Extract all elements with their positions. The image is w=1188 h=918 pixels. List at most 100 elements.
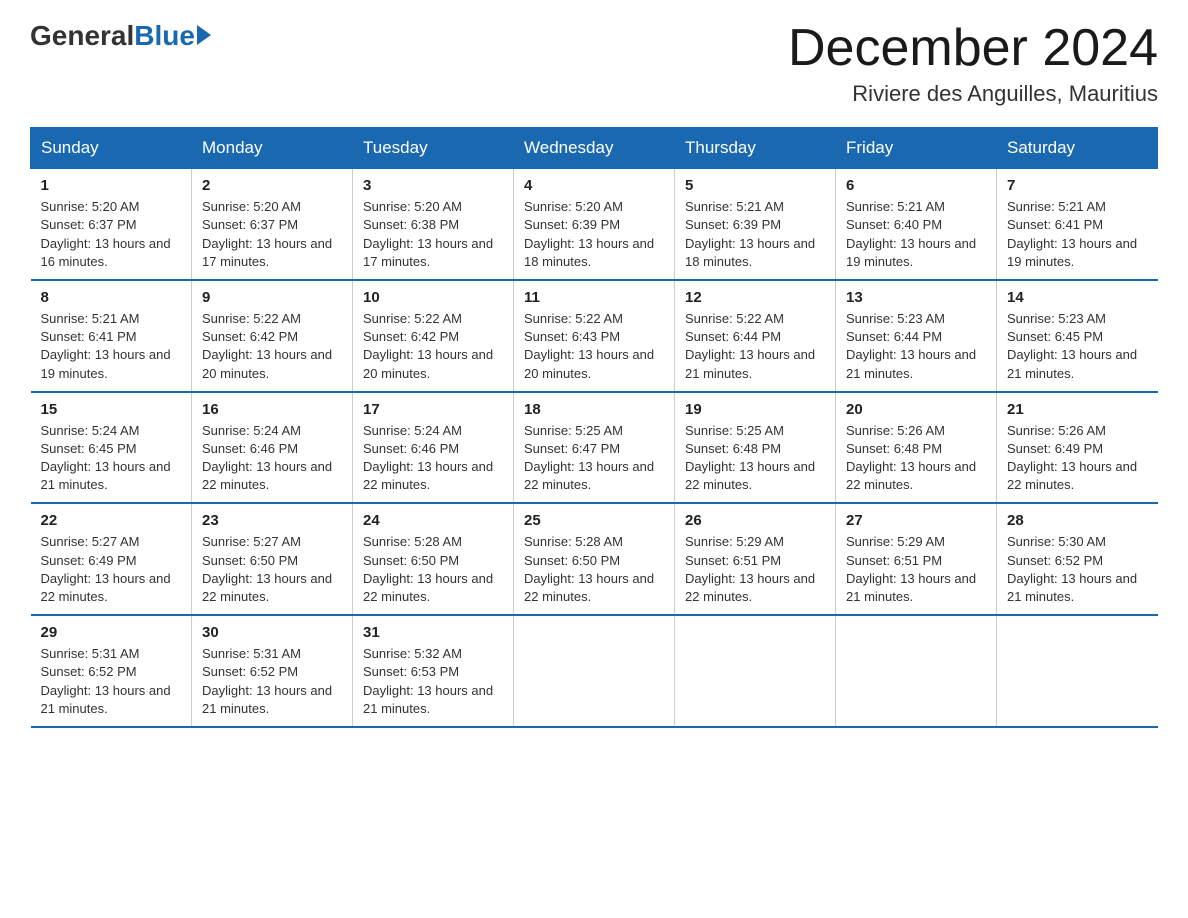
calendar-cell (997, 615, 1158, 727)
day-info: Sunrise: 5:31 AMSunset: 6:52 PMDaylight:… (202, 645, 342, 718)
header-friday: Friday (836, 128, 997, 169)
day-number: 6 (846, 177, 986, 194)
calendar-week-row: 15Sunrise: 5:24 AMSunset: 6:45 PMDayligh… (31, 392, 1158, 504)
day-info: Sunrise: 5:24 AMSunset: 6:46 PMDaylight:… (363, 422, 503, 495)
location-subtitle: Riviere des Anguilles, Mauritius (788, 81, 1158, 107)
calendar-cell: 28Sunrise: 5:30 AMSunset: 6:52 PMDayligh… (997, 503, 1158, 615)
calendar-cell: 14 Sunrise: 5:23 AMSunset: 6:45 PMDayligh… (997, 280, 1158, 392)
day-info: Sunrise: 5:20 AMSunset: 6:39 PMDaylight:… (524, 198, 664, 271)
calendar-cell: 16 Sunrise: 5:24 AMSunset: 6:46 PMDayligh… (192, 392, 353, 504)
day-info: Sunrise: 5:25 AMSunset: 6:48 PMDaylight:… (685, 422, 825, 495)
calendar-cell: 10 Sunrise: 5:22 AMSunset: 6:42 PMDayligh… (353, 280, 514, 392)
calendar-week-row: 1 Sunrise: 5:20 AMSunset: 6:37 PMDaylight… (31, 169, 1158, 280)
calendar-cell: 31Sunrise: 5:32 AMSunset: 6:53 PMDayligh… (353, 615, 514, 727)
day-info: Sunrise: 5:24 AMSunset: 6:45 PMDaylight:… (41, 422, 182, 495)
day-number: 7 (1007, 177, 1148, 194)
calendar-header-row: SundayMondayTuesdayWednesdayThursdayFrid… (31, 128, 1158, 169)
day-info: Sunrise: 5:28 AMSunset: 6:50 PMDaylight:… (363, 533, 503, 606)
day-info: Sunrise: 5:20 AMSunset: 6:37 PMDaylight:… (202, 198, 342, 271)
day-info: Sunrise: 5:25 AMSunset: 6:47 PMDaylight:… (524, 422, 664, 495)
calendar-cell: 7 Sunrise: 5:21 AMSunset: 6:41 PMDaylight… (997, 169, 1158, 280)
day-info: Sunrise: 5:29 AMSunset: 6:51 PMDaylight:… (685, 533, 825, 606)
calendar-week-row: 29 Sunrise: 5:31 AMSunset: 6:52 PMDayligh… (31, 615, 1158, 727)
day-info: Sunrise: 5:28 AMSunset: 6:50 PMDaylight:… (524, 533, 664, 606)
calendar-cell: 19Sunrise: 5:25 AMSunset: 6:48 PMDayligh… (675, 392, 836, 504)
day-number: 13 (846, 289, 986, 306)
calendar-cell (514, 615, 675, 727)
calendar-cell: 20 Sunrise: 5:26 AMSunset: 6:48 PMDayligh… (836, 392, 997, 504)
day-number: 25 (524, 512, 664, 529)
day-number: 2 (202, 177, 342, 194)
day-info: Sunrise: 5:21 AMSunset: 6:39 PMDaylight:… (685, 198, 825, 271)
day-info: Sunrise: 5:22 AMSunset: 6:42 PMDaylight:… (363, 310, 503, 383)
day-info: Sunrise: 5:26 AMSunset: 6:49 PMDaylight:… (1007, 422, 1148, 495)
month-title: December 2024 (788, 20, 1158, 77)
day-number: 21 (1007, 401, 1148, 418)
logo-general-text: General (30, 20, 134, 52)
day-info: Sunrise: 5:23 AMSunset: 6:45 PMDaylight:… (1007, 310, 1148, 383)
header-wednesday: Wednesday (514, 128, 675, 169)
day-number: 26 (685, 512, 825, 529)
calendar-cell: 17 Sunrise: 5:24 AMSunset: 6:46 PMDayligh… (353, 392, 514, 504)
day-number: 14 (1007, 289, 1148, 306)
calendar-cell: 5 Sunrise: 5:21 AMSunset: 6:39 PMDaylight… (675, 169, 836, 280)
day-number: 5 (685, 177, 825, 194)
day-number: 30 (202, 624, 342, 641)
day-info: Sunrise: 5:32 AMSunset: 6:53 PMDaylight:… (363, 645, 503, 718)
calendar-cell: 8 Sunrise: 5:21 AMSunset: 6:41 PMDaylight… (31, 280, 192, 392)
day-info: Sunrise: 5:22 AMSunset: 6:43 PMDaylight:… (524, 310, 664, 383)
calendar-cell: 29Sunrise: 5:31 AMSunset: 6:52 PMDayligh… (31, 615, 192, 727)
header-saturday: Saturday (997, 128, 1158, 169)
header-tuesday: Tuesday (353, 128, 514, 169)
day-info: Sunrise: 5:21 AMSunset: 6:41 PMDaylight:… (41, 310, 182, 383)
day-info: Sunrise: 5:21 AMSunset: 6:41 PMDaylight:… (1007, 198, 1148, 271)
calendar-table: SundayMondayTuesdayWednesdayThursdayFrid… (30, 127, 1158, 728)
day-number: 18 (524, 401, 664, 418)
day-number: 29 (41, 624, 182, 641)
calendar-cell: 25 Sunrise: 5:28 AMSunset: 6:50 PMDayligh… (514, 503, 675, 615)
day-number: 16 (202, 401, 342, 418)
header-monday: Monday (192, 128, 353, 169)
calendar-cell: 3 Sunrise: 5:20 AMSunset: 6:38 PMDaylight… (353, 169, 514, 280)
day-info: Sunrise: 5:20 AMSunset: 6:38 PMDaylight:… (363, 198, 503, 271)
day-info: Sunrise: 5:22 AMSunset: 6:44 PMDaylight:… (685, 310, 825, 383)
day-info: Sunrise: 5:27 AMSunset: 6:50 PMDaylight:… (202, 533, 342, 606)
day-number: 11 (524, 289, 664, 306)
day-info: Sunrise: 5:21 AMSunset: 6:40 PMDaylight:… (846, 198, 986, 271)
day-number: 10 (363, 289, 503, 306)
header: General Blue December 2024 Riviere des A… (30, 20, 1158, 107)
calendar-cell: 9Sunrise: 5:22 AMSunset: 6:42 PMDaylight… (192, 280, 353, 392)
header-thursday: Thursday (675, 128, 836, 169)
day-info: Sunrise: 5:29 AMSunset: 6:51 PMDaylight:… (846, 533, 986, 606)
calendar-cell: 21 Sunrise: 5:26 AMSunset: 6:49 PMDayligh… (997, 392, 1158, 504)
calendar-cell: 11 Sunrise: 5:22 AMSunset: 6:43 PMDayligh… (514, 280, 675, 392)
calendar-week-row: 8 Sunrise: 5:21 AMSunset: 6:41 PMDaylight… (31, 280, 1158, 392)
header-sunday: Sunday (31, 128, 192, 169)
day-number: 17 (363, 401, 503, 418)
day-info: Sunrise: 5:20 AMSunset: 6:37 PMDaylight:… (41, 198, 182, 271)
day-number: 20 (846, 401, 986, 418)
title-area: December 2024 Riviere des Anguilles, Mau… (788, 20, 1158, 107)
calendar-cell: 12 Sunrise: 5:22 AMSunset: 6:44 PMDayligh… (675, 280, 836, 392)
calendar-cell (836, 615, 997, 727)
day-number: 24 (363, 512, 503, 529)
day-number: 27 (846, 512, 986, 529)
day-number: 12 (685, 289, 825, 306)
day-number: 9 (202, 289, 342, 306)
day-number: 1 (41, 177, 182, 194)
day-number: 8 (41, 289, 182, 306)
day-info: Sunrise: 5:27 AMSunset: 6:49 PMDaylight:… (41, 533, 182, 606)
calendar-cell: 26 Sunrise: 5:29 AMSunset: 6:51 PMDayligh… (675, 503, 836, 615)
day-info: Sunrise: 5:26 AMSunset: 6:48 PMDaylight:… (846, 422, 986, 495)
calendar-week-row: 22 Sunrise: 5:27 AMSunset: 6:49 PMDayligh… (31, 503, 1158, 615)
calendar-cell: 23Sunrise: 5:27 AMSunset: 6:50 PMDayligh… (192, 503, 353, 615)
calendar-cell: 30 Sunrise: 5:31 AMSunset: 6:52 PMDayligh… (192, 615, 353, 727)
day-number: 3 (363, 177, 503, 194)
day-info: Sunrise: 5:30 AMSunset: 6:52 PMDaylight:… (1007, 533, 1148, 606)
calendar-cell: 27 Sunrise: 5:29 AMSunset: 6:51 PMDayligh… (836, 503, 997, 615)
day-info: Sunrise: 5:24 AMSunset: 6:46 PMDaylight:… (202, 422, 342, 495)
logo: General Blue (30, 20, 211, 52)
calendar-cell: 22 Sunrise: 5:27 AMSunset: 6:49 PMDayligh… (31, 503, 192, 615)
day-number: 22 (41, 512, 182, 529)
calendar-cell: 13Sunrise: 5:23 AMSunset: 6:44 PMDayligh… (836, 280, 997, 392)
